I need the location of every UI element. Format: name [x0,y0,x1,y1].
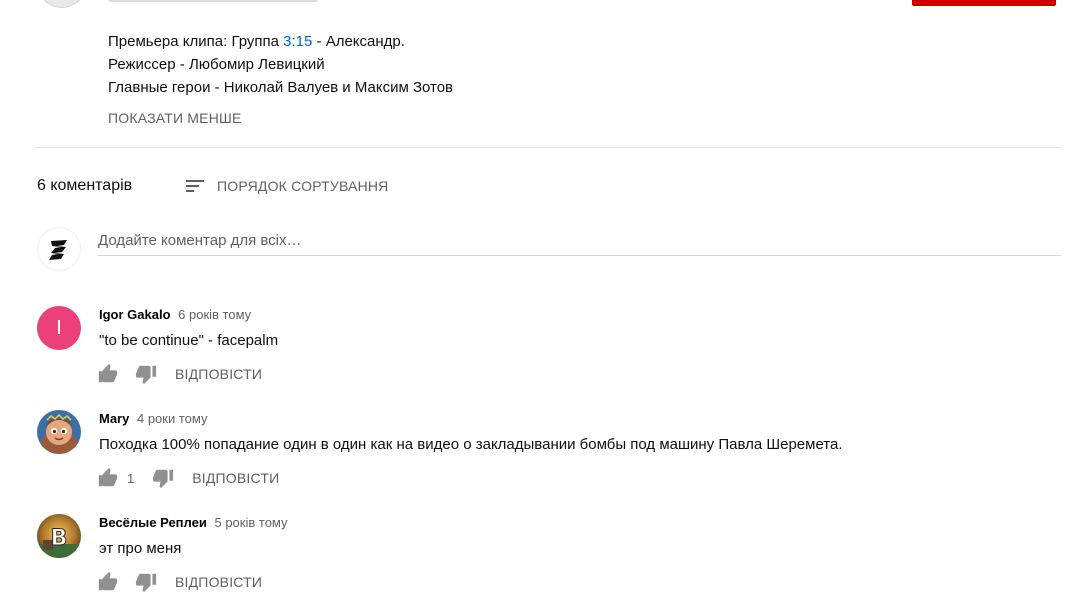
like-count: 1 [127,470,135,486]
comment-author[interactable]: Mary [99,411,129,426]
show-less-button[interactable]: ПОКАЗАТИ МЕНШЕ [108,110,242,126]
thumb-down-icon[interactable] [152,467,174,489]
description-line-1: Премьера клипа: Группа 3:15 - Александр. [108,30,453,53]
comments-header: 6 коментарів ПОРЯДОК СОРТУВАННЯ [37,172,388,200]
sort-button[interactable]: ПОРЯДОК СОРТУВАННЯ [183,172,389,200]
comment-time[interactable]: 5 років тому [214,515,287,530]
description-text: - Александр. [312,33,405,50]
sort-label: ПОРЯДОК СОРТУВАННЯ [217,178,389,194]
comment-time[interactable]: 4 роки тому [137,411,207,426]
sort-icon [186,180,204,192]
divider [36,147,1061,148]
comment-actions: ВІДПОВІСТИ [97,362,262,386]
channel-name-cropped [108,0,318,2]
thumb-up-icon[interactable] [97,363,119,385]
comment-author[interactable]: Весёлые Реплеи [99,515,207,530]
cartoon-face-avatar-icon [37,410,81,454]
timestamp-link[interactable]: 3:15 [283,33,312,50]
comment-text: Походка 100% попадание один в один как н… [99,436,843,453]
comment-item: B Весёлые Реплеи 5 років тому эт про мен… [37,514,1061,614]
comment-header: Mary 4 роки тому [99,411,207,426]
user-logo-icon [49,240,67,260]
description-line-3: Главные герои - Николай Валуев и Максим … [108,79,454,96]
comment-item: I Igor Gakalo 6 років тому "to be contin… [37,306,1061,406]
thumb-up-icon[interactable] [97,467,119,489]
thumb-up-icon[interactable] [97,571,119,593]
avatar[interactable]: B [37,514,81,558]
reply-button[interactable]: ВІДПОВІСТИ [175,366,262,382]
add-comment-input[interactable] [98,229,1061,251]
current-user-avatar [37,227,81,271]
comment-author[interactable]: Igor Gakalo [99,307,171,322]
channel-avatar[interactable] [40,0,84,8]
video-description: Премьера клипа: Группа 3:15 - Александр.… [108,30,453,99]
comment-actions: ВІДПОВІСТИ [97,570,262,594]
subscribe-button[interactable] [912,0,1056,6]
avatar-letter: B [51,526,68,551]
add-comment-box[interactable] [98,229,1061,256]
comment-text: "to be continue" - facepalm [99,332,279,349]
comment-time[interactable]: 6 років тому [178,307,251,322]
comment-header: Весёлые Реплеи 5 років тому [99,515,288,530]
comment-text: эт про меня [99,540,182,557]
channel-row-cropped [0,0,1080,8]
channel-logo-avatar-icon: B [37,514,81,558]
comment-header: Igor Gakalo 6 років тому [99,307,251,322]
description-line-2: Режиссер - Любомир Левицкий [108,56,325,73]
comment-item: Mary 4 роки тому Походка 100% попадание … [37,410,1061,510]
comment-count: 6 коментарів [37,177,133,194]
avatar[interactable] [37,410,81,454]
comment-actions: 1 ВІДПОВІСТИ [97,466,279,490]
avatar[interactable]: I [37,306,81,350]
reply-button[interactable]: ВІДПОВІСТИ [192,470,279,486]
thumb-down-icon[interactable] [135,363,157,385]
reply-button[interactable]: ВІДПОВІСТИ [175,574,262,590]
description-text: Премьера клипа: Группа [108,33,284,50]
thumb-down-icon[interactable] [135,571,157,593]
